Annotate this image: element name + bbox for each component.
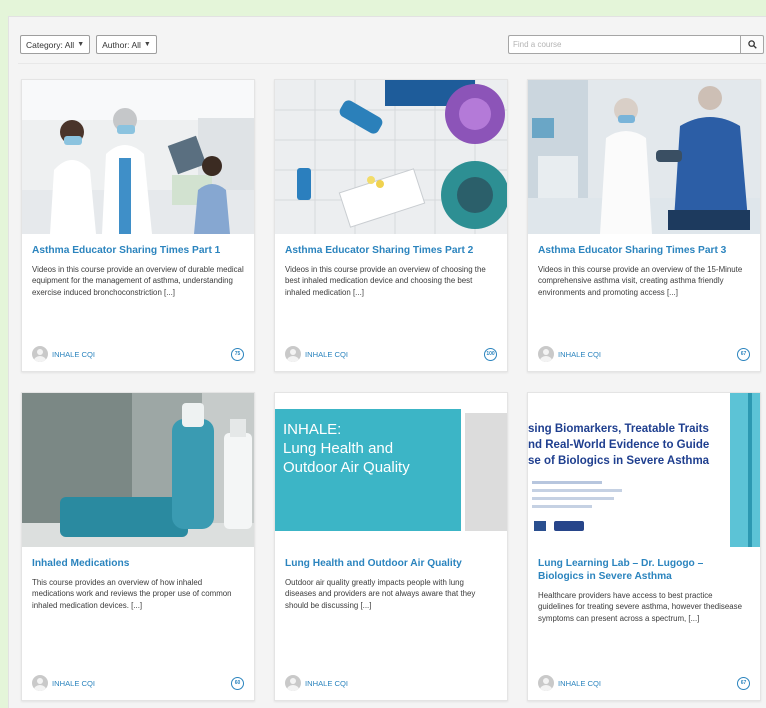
course-title-link[interactable]: Lung Health and Outdoor Air Quality — [285, 557, 497, 570]
course-author-link[interactable]: INHALE CQI — [305, 679, 348, 688]
cover-detail-line — [532, 481, 602, 484]
cover-text: sing Biomarkers, Treatable Traits nd Rea… — [528, 423, 710, 467]
course-author-link[interactable]: INHALE CQI — [305, 350, 348, 359]
cover-detail-line — [532, 497, 614, 500]
course-title-link[interactable]: Inhaled Medications — [32, 557, 244, 570]
course-card[interactable]: Asthma Educator Sharing Times Part 3 Vid… — [527, 79, 761, 372]
category-filter-dropdown[interactable]: Category: All ▼ — [20, 35, 91, 54]
search-button[interactable] — [740, 35, 764, 54]
progress-badge: 75 — [231, 347, 244, 361]
author-filter-label: Author: All — [102, 39, 141, 50]
author-filter-dropdown[interactable]: Author: All ▼ — [96, 35, 157, 54]
course-thumbnail[interactable] — [22, 80, 254, 234]
course-author-link[interactable]: INHALE CQI — [52, 679, 95, 688]
author-avatar — [538, 346, 554, 362]
caret-down-icon: ▼ — [143, 41, 151, 48]
course-thumbnail[interactable]: INHALE: Lung Health and Outdoor Air Qual… — [275, 393, 507, 547]
caret-down-icon: ▼ — [77, 41, 85, 48]
author-avatar — [538, 675, 554, 691]
course-author-link[interactable]: INHALE CQI — [558, 350, 601, 359]
author-avatar — [285, 346, 301, 362]
course-card[interactable]: Inhaled Medications This course provides… — [21, 392, 255, 701]
progress-badge: 67 — [737, 676, 750, 690]
category-filter-label: Category: All — [26, 39, 75, 50]
course-description: Videos in this course provide an overvie… — [538, 265, 743, 297]
course-title-link[interactable]: Asthma Educator Sharing Times Part 3 — [538, 244, 750, 257]
cover-side-stripe — [748, 393, 752, 547]
course-author-link[interactable]: INHALE CQI — [558, 679, 601, 688]
author-avatar — [285, 675, 301, 691]
course-card[interactable]: INHALE: Lung Health and Outdoor Air Qual… — [274, 392, 508, 701]
cover-logo-mark — [554, 521, 584, 531]
cover-detail-line — [532, 489, 622, 492]
search-icon — [747, 40, 757, 49]
course-thumbnail[interactable] — [22, 393, 254, 547]
course-footer: INHALE CQI 75 — [32, 346, 244, 362]
course-title-link[interactable]: Asthma Educator Sharing Times Part 1 — [32, 244, 244, 257]
course-footer: INHALE CQI 60 — [32, 675, 244, 691]
course-footer: INHALE CQI 67 — [538, 346, 750, 362]
author-avatar — [32, 346, 48, 362]
cover-side-band — [730, 393, 760, 547]
course-search — [508, 35, 764, 54]
course-description: Healthcare providers have access to best… — [538, 591, 742, 623]
course-title-link[interactable]: Lung Learning Lab – Dr. Lugogo – Biologi… — [538, 557, 750, 583]
course-author-link[interactable]: INHALE CQI — [52, 350, 95, 359]
course-thumbnail[interactable] — [528, 80, 760, 234]
course-card[interactable]: sing Biomarkers, Treatable Traits nd Rea… — [527, 392, 761, 701]
filter-bar: Category: All ▼ Author: All ▼ — [20, 35, 157, 54]
progress-badge: 60 — [231, 676, 244, 690]
course-description: Videos in this course provide an overvie… — [285, 265, 486, 297]
course-description: Outdoor air quality greatly impacts peop… — [285, 578, 476, 610]
course-footer: INHALE CQI 100 — [285, 346, 497, 362]
course-description: Videos in this course provide an overvie… — [32, 265, 244, 297]
course-thumbnail[interactable]: sing Biomarkers, Treatable Traits nd Rea… — [528, 393, 760, 547]
progress-badge: 100 — [484, 347, 497, 361]
course-card[interactable]: Asthma Educator Sharing Times Part 2 Vid… — [274, 79, 508, 372]
cover-logo-mark — [534, 521, 546, 531]
course-thumbnail[interactable] — [275, 80, 507, 234]
course-footer: INHALE CQI 67 — [538, 675, 750, 691]
course-search-input[interactable] — [508, 35, 740, 54]
cover-side-panel — [465, 413, 507, 531]
cover-text: INHALE: Lung Health and Outdoor Air Qual… — [283, 421, 410, 476]
author-avatar — [32, 675, 48, 691]
course-title-link[interactable]: Asthma Educator Sharing Times Part 2 — [285, 244, 497, 257]
toolbar-divider — [18, 63, 766, 64]
course-footer: INHALE CQI — [285, 675, 497, 691]
course-description: This course provides an overview of how … — [32, 578, 232, 610]
course-card[interactable]: Asthma Educator Sharing Times Part 1 Vid… — [21, 79, 255, 372]
progress-badge: 67 — [737, 347, 750, 361]
cover-detail-line — [532, 505, 592, 508]
